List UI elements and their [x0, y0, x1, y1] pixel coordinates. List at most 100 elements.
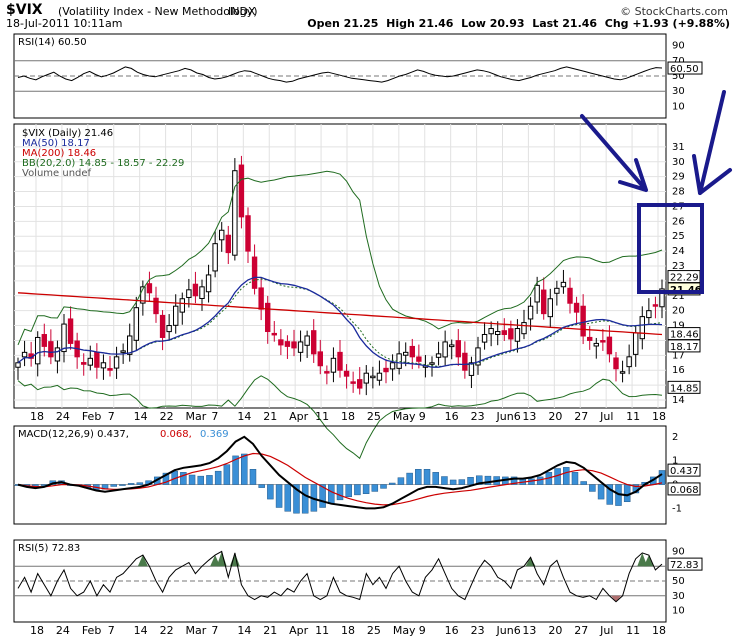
- rsi14-tick-label: 90: [672, 41, 685, 52]
- price-candle-body: [455, 340, 461, 358]
- price-right-label: 22.29: [670, 273, 699, 284]
- rsi5-overbought-fill: [643, 555, 654, 567]
- macd-histogram-bar: [415, 469, 422, 485]
- bollinger-upper-line: [17, 170, 663, 346]
- price-candle-body: [284, 341, 291, 347]
- price-candle-body: [311, 330, 317, 355]
- price-tick-label: 20: [672, 306, 685, 317]
- macd-right-label: 0.437: [670, 466, 699, 477]
- macd-histogram-bar: [536, 476, 544, 485]
- price-x-tick-label: 18: [652, 410, 666, 423]
- rsi5-line: [17, 550, 663, 603]
- price-candle-body: [48, 341, 54, 358]
- macd-tick-label: -1: [672, 503, 682, 514]
- rsi14-tick-label: 30: [672, 86, 685, 97]
- macd-histogram-bar: [597, 484, 605, 500]
- price-x-tick-label: 18: [30, 410, 44, 423]
- price-x-tick-label: 24: [56, 410, 70, 423]
- macd-legend-signal: 0.068,: [160, 429, 192, 440]
- price-tick-label: 30: [672, 157, 685, 168]
- price-candle-body: [35, 336, 41, 365]
- macd-histogram-bar: [275, 484, 283, 508]
- macd-histogram-bar: [284, 484, 292, 512]
- price-candle-body: [317, 351, 323, 367]
- price-candle-body: [376, 372, 383, 381]
- price-candle-body: [639, 316, 645, 340]
- rsi5-x-tick-label: Apr: [289, 624, 309, 637]
- price-x-tick-label: 9: [419, 410, 426, 423]
- price-x-tick-label: 13: [522, 410, 536, 423]
- price-tick-label: 16: [672, 365, 685, 376]
- macd-tick-label: 2: [672, 432, 678, 443]
- price-x-tick-label: 21: [263, 410, 277, 423]
- ma200-line: [17, 292, 663, 336]
- macd-histogram-bar: [380, 484, 387, 489]
- macd-histogram-bar: [458, 479, 466, 485]
- price-candle-body: [363, 372, 369, 384]
- price-candle-body: [21, 351, 28, 358]
- price-candle-body: [416, 356, 422, 362]
- price-candle-body: [297, 341, 304, 353]
- price-candle-body: [370, 375, 376, 379]
- macd-histogram-bar: [258, 484, 265, 488]
- rsi5-x-tick-label: Feb: [82, 624, 101, 637]
- macd-histogram-bar: [623, 484, 631, 503]
- rsi5-x-tick-label: 7: [211, 624, 218, 637]
- price-candle-body: [541, 289, 547, 315]
- macd-histogram-bar: [127, 483, 135, 485]
- price-candle-body: [560, 281, 567, 288]
- rsi5-x-tick-label: 24: [56, 624, 70, 637]
- price-candle-body: [593, 342, 599, 347]
- price-right-label: 14.85: [670, 383, 699, 394]
- price-candle-body: [613, 357, 619, 370]
- macd-histogram-bar: [467, 477, 474, 485]
- rsi14-line: [17, 66, 663, 83]
- price-candle-body: [251, 256, 258, 289]
- price-candle-body: [81, 362, 87, 365]
- price-candle-body: [337, 351, 343, 371]
- price-candle-body: [343, 370, 350, 377]
- rsi5-x-tick-label: 21: [263, 624, 277, 637]
- macd-histogram-bar: [249, 469, 257, 485]
- price-candle-body: [527, 305, 534, 320]
- price-candle-body: [54, 347, 61, 362]
- price-candle-body: [61, 323, 67, 353]
- macd-histogram-bar: [589, 484, 596, 492]
- price-candle-body: [626, 356, 632, 368]
- price-tick-label: 29: [672, 172, 685, 183]
- price-candle-body: [606, 336, 613, 355]
- price-candle-body: [547, 298, 553, 318]
- price-candle-body: [278, 339, 284, 346]
- rsi5-x-tick-label: 7: [108, 624, 115, 637]
- price-candle-body: [232, 170, 238, 256]
- price-candle-body: [199, 286, 205, 300]
- price-candle-body: [166, 325, 172, 333]
- rsi14-legend: RSI(14) 60.50: [18, 37, 87, 48]
- rsi5-x-tick-label: 20: [548, 624, 562, 637]
- price-candle-body: [127, 335, 133, 355]
- price-candle-body: [350, 381, 356, 384]
- price-tick-label: 28: [672, 187, 685, 198]
- macd-histogram-bar: [328, 484, 335, 504]
- price-candle-body: [357, 379, 363, 389]
- price-candle-body: [573, 302, 580, 313]
- macd-histogram-bar: [336, 484, 344, 501]
- rsi5-x-tick-label: Mar: [186, 624, 207, 637]
- price-candle-body: [403, 351, 409, 356]
- price-x-tick-label: Mar: [186, 410, 207, 423]
- price-tick-label: 14: [672, 395, 685, 406]
- macd-legend-hist: 0.369: [200, 429, 229, 440]
- rsi5-x-tick-label: 16: [445, 624, 459, 637]
- rsi14-tick-label: 10: [672, 101, 685, 112]
- price-candle-body: [113, 356, 120, 369]
- price-candle-body: [521, 322, 527, 335]
- rsi5-last-label: 72.83: [670, 560, 699, 571]
- price-candle-body: [304, 335, 310, 346]
- price-candle-body: [462, 352, 468, 371]
- price-tick-label: 31: [672, 142, 685, 153]
- price-candle-body: [120, 350, 126, 353]
- price-candle-body: [41, 334, 47, 347]
- price-candle-body: [389, 362, 396, 370]
- price-x-tick-label: Jun6: [496, 410, 521, 423]
- price-x-tick-label: 18: [341, 410, 355, 423]
